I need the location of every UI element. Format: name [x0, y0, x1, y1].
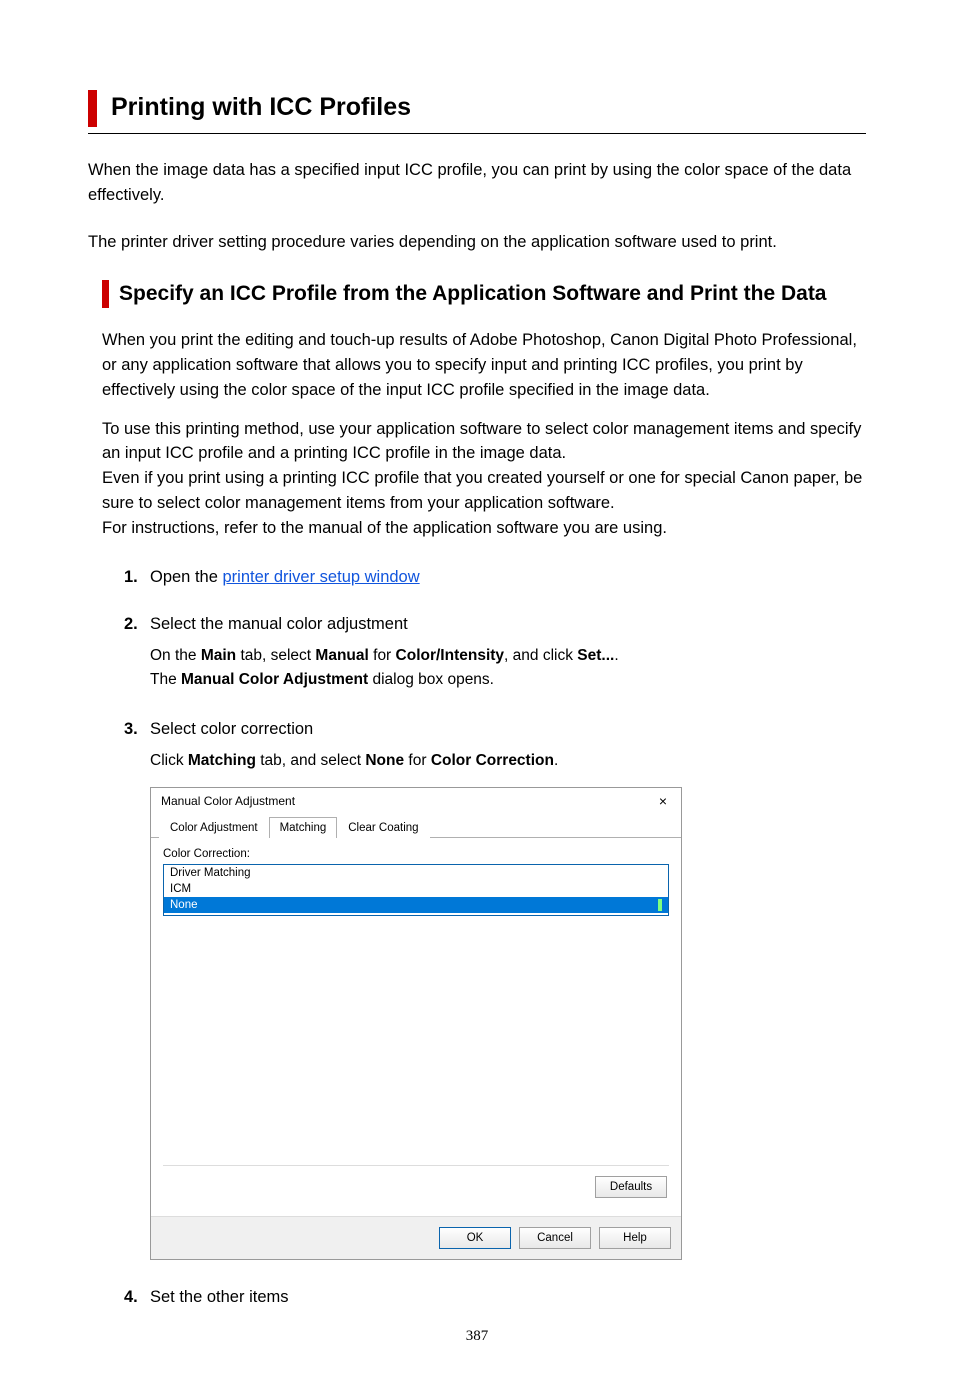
- text: Click: [150, 752, 188, 769]
- section-heading: Specify an ICC Profile from the Applicat…: [119, 280, 827, 308]
- text: for: [369, 647, 396, 664]
- bold-main: Main: [201, 647, 236, 664]
- text: .: [614, 647, 618, 664]
- step-1-title: Open the printer driver setup window: [150, 568, 420, 587]
- dialog-titlebar: Manual Color Adjustment ×: [151, 788, 681, 814]
- intro-paragraph-2: The printer driver setting procedure var…: [88, 230, 866, 255]
- title-accent-bar: [88, 90, 97, 127]
- step-3-body: Click Matching tab, and select None for …: [150, 749, 866, 773]
- section-heading-row: Specify an ICC Profile from the Applicat…: [102, 280, 866, 308]
- step-4-number: 4.: [124, 1288, 150, 1307]
- page-title: Printing with ICC Profiles: [111, 90, 411, 127]
- intro-paragraph-1: When the image data has a specified inpu…: [88, 158, 866, 208]
- section-p2b: Even if you print using a printing ICC p…: [102, 469, 862, 512]
- steps-list: 1. Open the printer driver setup window …: [124, 568, 866, 1307]
- bold-set: Set...: [577, 647, 614, 664]
- text: dialog box opens.: [368, 671, 494, 688]
- section-p2a: To use this printing method, use your ap…: [102, 420, 861, 463]
- bold-manual-color-adjustment: Manual Color Adjustment: [181, 671, 368, 688]
- bold-color-correction: Color Correction: [431, 752, 554, 769]
- dialog-tabs: Color Adjustment Matching Clear Coating: [151, 816, 681, 838]
- option-none-label: None: [170, 899, 198, 911]
- text: tab, and select: [256, 752, 365, 769]
- tab-color-adjustment[interactable]: Color Adjustment: [159, 817, 269, 838]
- step-2-title: Select the manual color adjustment: [150, 615, 408, 634]
- step-2-number: 2.: [124, 615, 150, 634]
- step-2-body: On the Main tab, select Manual for Color…: [150, 644, 866, 692]
- tab-clear-coating[interactable]: Clear Coating: [337, 817, 429, 838]
- close-icon[interactable]: ×: [655, 794, 671, 808]
- step-1: 1. Open the printer driver setup window: [124, 568, 866, 587]
- bold-none: None: [365, 752, 404, 769]
- step-4: 4. Set the other items: [124, 1288, 866, 1307]
- section-accent-bar: [102, 280, 109, 308]
- section: Specify an ICC Profile from the Applicat…: [102, 280, 866, 1307]
- step-1-prefix: Open the: [150, 568, 222, 586]
- step-1-number: 1.: [124, 568, 150, 587]
- dialog-divider: [163, 1165, 669, 1166]
- text: On the: [150, 647, 201, 664]
- cancel-button[interactable]: Cancel: [519, 1227, 591, 1249]
- page-title-row: Printing with ICC Profiles: [88, 90, 866, 127]
- text: .: [554, 752, 558, 769]
- text: tab, select: [236, 647, 315, 664]
- tab-matching[interactable]: Matching: [269, 817, 338, 838]
- step-2: 2. Select the manual color adjustment On…: [124, 615, 866, 692]
- bold-manual: Manual: [315, 647, 368, 664]
- text: for: [404, 752, 431, 769]
- option-icm[interactable]: ICM: [164, 881, 668, 897]
- dialog-title: Manual Color Adjustment: [161, 794, 295, 808]
- step-3-number: 3.: [124, 720, 150, 739]
- step-3-title: Select color correction: [150, 720, 313, 739]
- dialog-button-row: OK Cancel Help: [151, 1216, 681, 1259]
- dialog-body: Color Correction: Driver Matching ICM No…: [151, 838, 681, 1216]
- selection-marker-icon: [658, 899, 662, 911]
- text: , and click: [504, 647, 577, 664]
- ok-button[interactable]: OK: [439, 1227, 511, 1249]
- step-3: 3. Select color correction Click Matchin…: [124, 720, 866, 1260]
- defaults-button[interactable]: Defaults: [595, 1176, 667, 1198]
- color-correction-label: Color Correction:: [163, 848, 669, 860]
- bold-matching: Matching: [188, 752, 256, 769]
- page-number: 387: [0, 1328, 954, 1345]
- option-none[interactable]: None: [164, 897, 668, 913]
- step-4-title: Set the other items: [150, 1288, 289, 1307]
- printer-driver-setup-window-link[interactable]: printer driver setup window: [222, 568, 419, 586]
- manual-color-adjustment-dialog: Manual Color Adjustment × Color Adjustme…: [150, 787, 682, 1260]
- option-driver-matching[interactable]: Driver Matching: [164, 865, 668, 881]
- title-rule: [88, 133, 866, 134]
- text: The: [150, 671, 181, 688]
- bold-color-intensity: Color/Intensity: [396, 647, 505, 664]
- section-paragraph-2: To use this printing method, use your ap…: [102, 417, 866, 541]
- color-correction-listbox[interactable]: Driver Matching ICM None: [163, 864, 669, 916]
- section-paragraph-1: When you print the editing and touch-up …: [102, 328, 866, 402]
- help-button[interactable]: Help: [599, 1227, 671, 1249]
- section-p2c: For instructions, refer to the manual of…: [102, 519, 667, 537]
- dialog-body-spacer: [163, 916, 669, 1161]
